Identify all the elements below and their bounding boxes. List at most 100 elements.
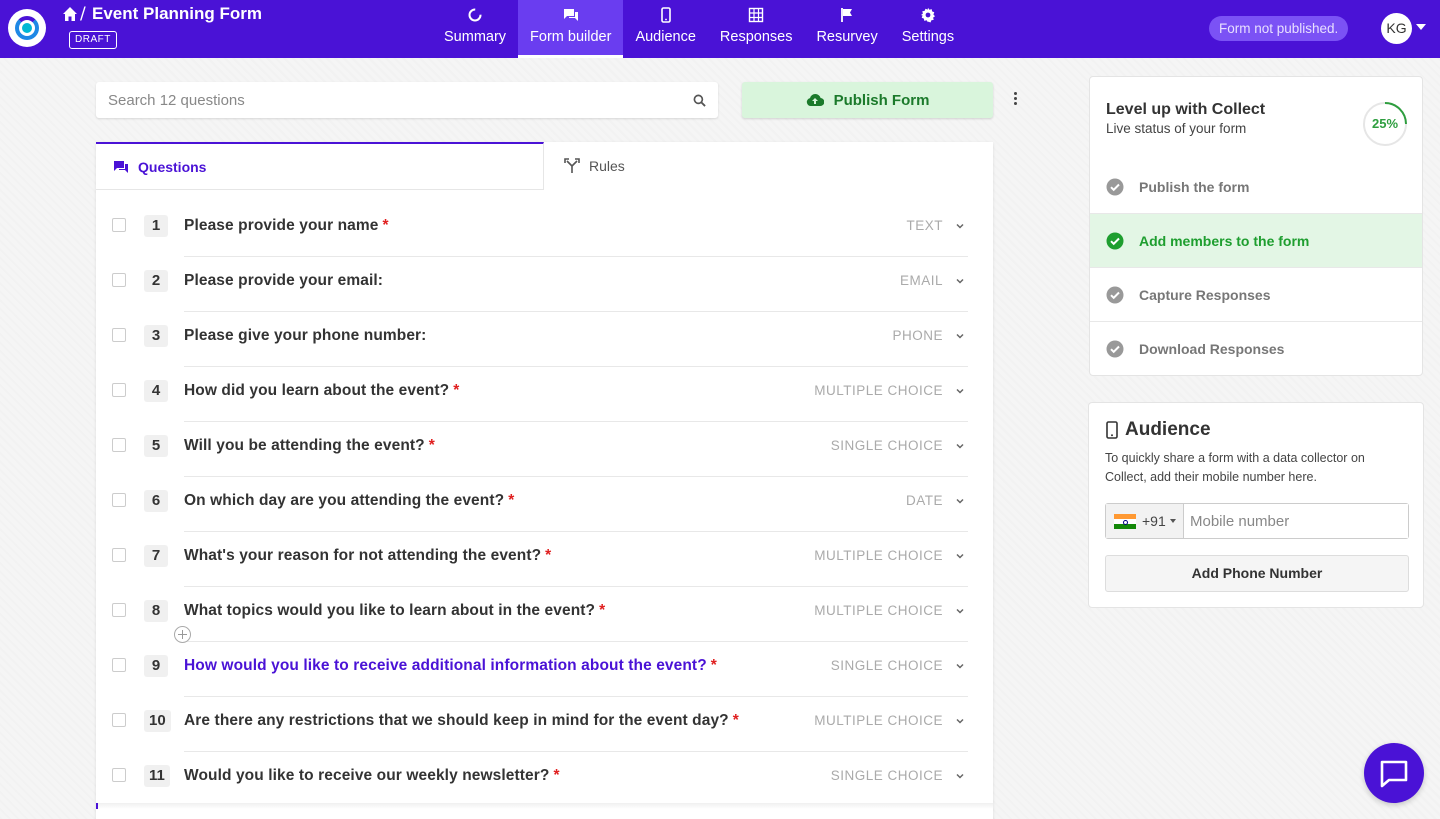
question-checkbox[interactable] xyxy=(112,548,126,562)
mobile-icon xyxy=(660,7,671,23)
nav-summary[interactable]: Summary xyxy=(432,0,518,58)
required-mark: * xyxy=(553,767,560,784)
chevron-down-icon[interactable] xyxy=(955,441,965,451)
check-circle-icon xyxy=(1106,286,1124,303)
question-text[interactable]: What topics would you like to learn abou… xyxy=(184,602,605,620)
nav-settings[interactable]: Settings xyxy=(890,0,966,58)
search-icon[interactable] xyxy=(693,94,706,107)
chevron-down-icon[interactable] xyxy=(955,606,965,616)
country-code-select[interactable]: +91 xyxy=(1106,504,1184,538)
chevron-down-icon[interactable] xyxy=(955,716,965,726)
question-checkbox[interactable] xyxy=(112,438,126,452)
chevron-down-icon[interactable] xyxy=(955,221,965,231)
search-input[interactable] xyxy=(96,82,676,118)
question-text[interactable]: Please provide your email: xyxy=(184,272,383,290)
question-checkbox[interactable] xyxy=(112,713,126,727)
question-text[interactable]: How would you like to receive additional… xyxy=(184,657,717,675)
nav-responses[interactable]: Responses xyxy=(708,0,805,58)
question-text[interactable]: Please give your phone number: xyxy=(184,327,426,345)
nav-form-builder[interactable]: Form builder xyxy=(518,0,624,58)
question-text[interactable]: Please provide your name * xyxy=(184,217,389,235)
question-row[interactable]: 5 Will you be attending the event? * SING… xyxy=(96,422,993,477)
publish-form-button[interactable]: Publish Form xyxy=(742,82,993,118)
question-checkbox[interactable] xyxy=(112,493,126,507)
question-row[interactable]: 4 How did you learn about the event? * MU… xyxy=(96,367,993,422)
required-mark: * xyxy=(508,492,515,509)
question-row[interactable]: 9 How would you like to receive addition… xyxy=(96,642,993,697)
question-type: SINGLE CHOICE xyxy=(830,658,943,673)
chevron-down-icon[interactable] xyxy=(955,496,965,506)
chat-support-button[interactable] xyxy=(1364,743,1424,803)
level-up-subtitle: Live status of your form xyxy=(1106,121,1247,136)
tab-questions[interactable]: Questions xyxy=(96,142,544,190)
search-box xyxy=(96,82,718,118)
chevron-down-icon[interactable] xyxy=(955,661,965,671)
checklist-item-add-members[interactable]: Add members to the form xyxy=(1090,214,1422,268)
question-row[interactable]: 7 What's your reason for not attending t… xyxy=(96,532,993,587)
mobile-number-input[interactable] xyxy=(1184,504,1408,538)
question-checkbox[interactable] xyxy=(112,658,126,672)
required-mark: * xyxy=(599,602,606,619)
question-row[interactable]: 2 Please provide your email: EMAIL xyxy=(96,257,993,312)
question-type: SINGLE CHOICE xyxy=(830,438,943,453)
nav-audience[interactable]: Audience xyxy=(623,0,707,58)
question-text[interactable]: On which day are you attending the event… xyxy=(184,492,514,510)
question-checkbox[interactable] xyxy=(112,603,126,617)
audience-panel: Audience To quickly share a form with a … xyxy=(1088,402,1424,608)
avatar[interactable]: KG xyxy=(1381,13,1412,44)
tab-rules[interactable]: Rules xyxy=(544,142,993,190)
more-options-icon[interactable] xyxy=(1010,92,1020,108)
add-question-icon[interactable] xyxy=(174,626,191,643)
add-phone-number-button[interactable]: Add Phone Number xyxy=(1105,555,1409,592)
question-text[interactable]: How did you learn about the event? * xyxy=(184,382,459,400)
collect-logo[interactable] xyxy=(8,9,46,47)
checklist: Publish the form Add members to the form… xyxy=(1090,160,1422,376)
check-circle-icon xyxy=(1106,178,1124,195)
grid-icon xyxy=(748,7,764,23)
chevron-down-icon[interactable] xyxy=(955,771,965,781)
check-circle-icon xyxy=(1106,340,1124,358)
required-mark: * xyxy=(732,712,739,729)
chevron-down-icon[interactable] xyxy=(955,386,965,396)
nav-form-builder-label: Form builder xyxy=(530,29,612,45)
question-checkbox[interactable] xyxy=(112,768,126,782)
question-checkbox[interactable] xyxy=(112,273,126,287)
nav-resurvey[interactable]: Resurvey xyxy=(804,0,889,58)
chevron-down-icon[interactable] xyxy=(955,331,965,341)
chevron-down-icon[interactable] xyxy=(955,551,965,561)
question-text[interactable]: Would you like to receive our weekly new… xyxy=(184,767,560,785)
question-checkbox[interactable] xyxy=(112,383,126,397)
builder-tabs: Questions Rules xyxy=(96,142,993,190)
draft-badge: DRAFT xyxy=(69,31,117,49)
question-text[interactable]: What's your reason for not attending the… xyxy=(184,547,551,565)
nav-settings-label: Settings xyxy=(901,29,955,45)
checklist-item-publish[interactable]: Publish the form xyxy=(1090,160,1422,214)
question-checkbox[interactable] xyxy=(112,218,126,232)
question-row[interactable]: 3 Please give your phone number: PHONE xyxy=(96,312,993,367)
question-row[interactable]: 1 Please provide your name * TEXT xyxy=(96,202,993,257)
checklist-item-capture[interactable]: Capture Responses xyxy=(1090,268,1422,322)
question-checkbox[interactable] xyxy=(112,328,126,342)
checklist-item-download[interactable]: Download Responses xyxy=(1090,322,1422,376)
nav-responses-label: Responses xyxy=(719,29,793,45)
home-icon[interactable] xyxy=(62,6,78,22)
audience-title: Audience xyxy=(1105,419,1211,441)
question-row[interactable]: 11 Would you like to receive our weekly … xyxy=(96,752,993,807)
next-section-edge xyxy=(96,803,993,809)
chevron-down-icon[interactable] xyxy=(955,276,965,286)
question-row[interactable]: 8 What topics would you like to learn ab… xyxy=(96,587,993,642)
question-type: MULTIPLE CHOICE xyxy=(814,713,943,728)
question-row[interactable]: 6 On which day are you attending the eve… xyxy=(96,477,993,532)
nav-resurvey-label: Resurvey xyxy=(816,29,878,45)
question-number: 6 xyxy=(144,490,168,512)
summary-icon xyxy=(468,8,482,22)
cloud-upload-icon xyxy=(806,94,824,107)
main-nav: Summary Form builder Audience Responses … xyxy=(432,0,966,58)
chevron-down-icon[interactable] xyxy=(1416,24,1426,30)
question-text[interactable]: Will you be attending the event? * xyxy=(184,437,435,455)
question-type: MULTIPLE CHOICE xyxy=(814,603,943,618)
form-title[interactable]: Event Planning Form xyxy=(92,4,262,24)
question-row[interactable]: 10 Are there any restrictions that we sh… xyxy=(96,697,993,752)
question-number: 3 xyxy=(144,325,168,347)
question-text[interactable]: Are there any restrictions that we shoul… xyxy=(184,712,739,730)
